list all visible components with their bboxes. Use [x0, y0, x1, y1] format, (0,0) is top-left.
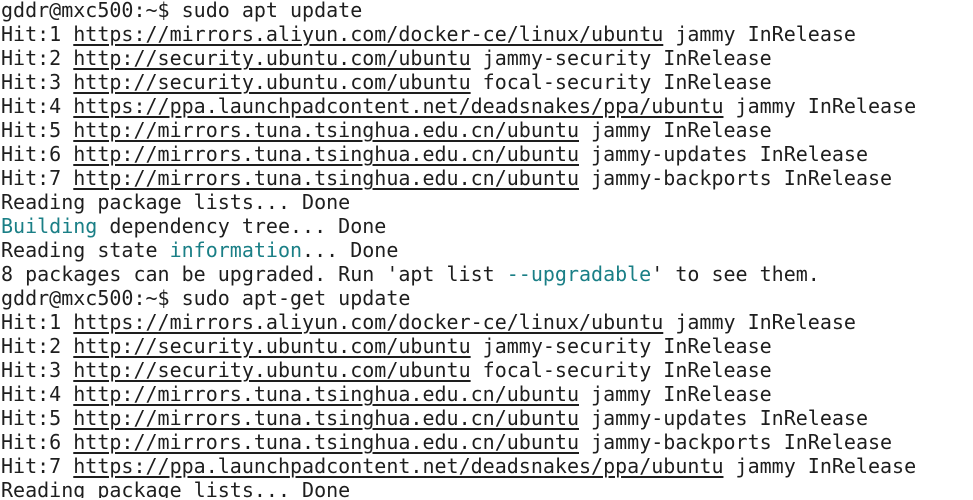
shell-prompt: gddr@mxc500:~$: [1, 0, 170, 22]
repo-url-link[interactable]: https://ppa.launchpadcontent.net/deadsna…: [73, 454, 723, 478]
status-line: Reading package lists... Done: [1, 478, 351, 498]
hit-label: Hit:7: [1, 166, 62, 190]
release-text: jammy-updates InRelease: [579, 406, 868, 430]
repo-url-link[interactable]: http://security.ubuntu.com/ubuntu: [73, 70, 470, 94]
status-line: Building dependency tree... Done: [1, 214, 973, 238]
status-text: ... Done: [302, 238, 399, 262]
hit-label: Hit:7: [1, 454, 62, 478]
release-text: jammy-backports InRelease: [579, 430, 893, 454]
shell-prompt: gddr@mxc500:~$: [1, 286, 170, 310]
hit-line: Hit:7 https://ppa.launchpadcontent.net/d…: [1, 454, 973, 478]
hit-line: Hit:1 https://mirrors.aliyun.com/docker-…: [1, 22, 973, 46]
repo-url-link[interactable]: http://mirrors.tuna.tsinghua.edu.cn/ubun…: [73, 406, 579, 430]
release-text: jammy InRelease: [723, 454, 917, 478]
release-text: jammy-security InRelease: [470, 334, 772, 358]
hit-line: Hit:5 http://mirrors.tuna.tsinghua.edu.c…: [1, 406, 973, 430]
highlight-building: Building: [1, 214, 98, 238]
hit-line: Hit:4 http://mirrors.tuna.tsinghua.edu.c…: [1, 382, 973, 406]
repo-url-link[interactable]: http://mirrors.tuna.tsinghua.edu.cn/ubun…: [73, 430, 579, 454]
hit-label: Hit:4: [1, 94, 62, 118]
hit-label: Hit:6: [1, 430, 62, 454]
hit-line: Hit:6 http://mirrors.tuna.tsinghua.edu.c…: [1, 142, 973, 166]
hit-label: Hit:6: [1, 142, 62, 166]
hit-line: Hit:2 http://security.ubuntu.com/ubuntu …: [1, 334, 973, 358]
terminal-output[interactable]: gddr@mxc500:~$ sudo apt update Hit:1 htt…: [0, 0, 973, 498]
release-text: jammy InRelease: [663, 310, 856, 334]
hit-line: Hit:2 http://security.ubuntu.com/ubuntu …: [1, 46, 973, 70]
repo-url-link[interactable]: https://mirrors.aliyun.com/docker-ce/lin…: [73, 22, 663, 46]
upgrade-text: to see them.: [663, 262, 820, 286]
prompt-line: gddr@mxc500:~$ sudo apt-get update: [1, 286, 973, 310]
hit-label: Hit:1: [1, 22, 62, 46]
command-text: sudo apt update: [169, 0, 363, 22]
release-text: jammy InRelease: [723, 94, 917, 118]
hit-label: Hit:4: [1, 382, 62, 406]
release-text: jammy-backports InRelease: [579, 166, 893, 190]
status-text: Reading state: [1, 238, 170, 262]
repo-url-link[interactable]: http://mirrors.tuna.tsinghua.edu.cn/ubun…: [73, 142, 579, 166]
hit-label: Hit:2: [1, 334, 62, 358]
status-line: Reading state information... Done: [1, 238, 973, 262]
repo-url-link[interactable]: http://mirrors.tuna.tsinghua.edu.cn/ubun…: [73, 382, 579, 406]
status-text: dependency tree... Done: [97, 214, 387, 238]
hit-line: Hit:6 http://mirrors.tuna.tsinghua.edu.c…: [1, 430, 973, 454]
hit-label: Hit:3: [1, 358, 62, 382]
hit-line: Hit:4 https://ppa.launchpadcontent.net/d…: [1, 94, 973, 118]
repo-url-link[interactable]: http://security.ubuntu.com/ubuntu: [73, 334, 470, 358]
repo-url-link[interactable]: http://security.ubuntu.com/ubuntu: [73, 46, 470, 70]
release-text: jammy InRelease: [663, 22, 856, 46]
release-text: jammy InRelease: [579, 382, 772, 406]
hit-label: Hit:5: [1, 118, 62, 142]
status-line: Reading package lists... Done: [1, 190, 351, 214]
hit-label: Hit:1: [1, 310, 62, 334]
repo-url-link[interactable]: http://mirrors.tuna.tsinghua.edu.cn/ubun…: [73, 118, 579, 142]
repo-url-link[interactable]: http://mirrors.tuna.tsinghua.edu.cn/ubun…: [73, 166, 579, 190]
repo-url-link[interactable]: http://security.ubuntu.com/ubuntu: [73, 358, 470, 382]
command-text: sudo apt-get update: [169, 286, 411, 310]
hit-line: Hit:3 http://security.ubuntu.com/ubuntu …: [1, 358, 973, 382]
hit-label: Hit:2: [1, 46, 62, 70]
hit-line: Hit:7 http://mirrors.tuna.tsinghua.edu.c…: [1, 166, 973, 190]
hit-line: Hit:1 https://mirrors.aliyun.com/docker-…: [1, 310, 973, 334]
release-text: jammy-security InRelease: [470, 46, 772, 70]
upgrade-text: 8 packages can be upgraded. Run: [1, 262, 387, 286]
release-text: focal-security InRelease: [470, 358, 772, 382]
highlight-information: information: [169, 238, 303, 262]
hit-line: Hit:3 http://security.ubuntu.com/ubuntu …: [1, 70, 973, 94]
hit-label: Hit:5: [1, 406, 62, 430]
repo-url-link[interactable]: https://mirrors.aliyun.com/docker-ce/lin…: [73, 310, 663, 334]
release-text: jammy InRelease: [579, 118, 772, 142]
quoted-command: 'apt list --upgradable': [386, 262, 664, 286]
release-text: focal-security InRelease: [470, 70, 772, 94]
prompt-line: gddr@mxc500:~$ sudo apt update: [1, 0, 973, 22]
release-text: jammy-updates InRelease: [579, 142, 868, 166]
upgrade-notice-line: 8 packages can be upgraded. Run 'apt lis…: [1, 262, 973, 286]
hit-label: Hit:3: [1, 70, 62, 94]
hit-line: Hit:5 http://mirrors.tuna.tsinghua.edu.c…: [1, 118, 973, 142]
repo-url-link[interactable]: https://ppa.launchpadcontent.net/deadsna…: [73, 94, 723, 118]
